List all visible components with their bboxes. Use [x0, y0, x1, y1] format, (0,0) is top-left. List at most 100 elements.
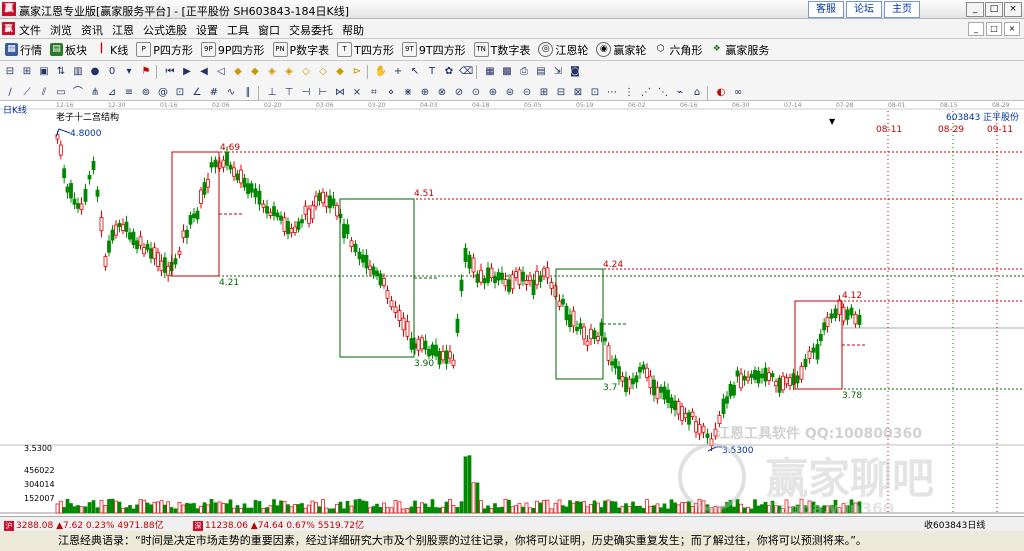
menu-settings[interactable]: 设置 — [196, 22, 218, 38]
tool-8-icon[interactable]: ⋄ — [384, 86, 398, 100]
period-select-icon[interactable]: ⊟ — [3, 65, 17, 79]
draw-grid-icon[interactable]: # — [207, 86, 221, 100]
mdi-restore-button[interactable]: □ — [986, 22, 1002, 36]
chart-area[interactable]: 12-16 12-30 01-16 02-06 02-20 03-06 03-20 04-03… — [0, 100, 1024, 518]
right-icon[interactable]: ◆ — [333, 65, 347, 79]
draw-rect-icon[interactable]: ▭ — [54, 86, 68, 100]
kline-chart[interactable]: 12-16 12-30 01-16 02-06 02-20 03-06 03-20 04-03… — [0, 101, 1024, 518]
tool-24-icon[interactable]: ⋱ — [656, 86, 670, 100]
tool-16-icon[interactable]: ⊝ — [520, 86, 534, 100]
draw-fan-icon[interactable]: ⋔ — [88, 86, 102, 100]
menu-browse[interactable]: 浏览 — [50, 22, 72, 38]
up-icon[interactable]: ◈ — [265, 65, 279, 79]
cursor-icon[interactable]: ↖ — [408, 65, 422, 79]
tool-20-icon[interactable]: ⊡ — [588, 86, 602, 100]
nav-kline[interactable]: ┃ K线 — [95, 42, 128, 58]
nav-p-table[interactable]: PN P数字表 — [272, 42, 329, 58]
calendar-icon[interactable]: ▦ — [483, 65, 497, 79]
tool-5-icon[interactable]: ⋈ — [333, 86, 347, 100]
down-icon[interactable]: ◈ — [282, 65, 296, 79]
text-icon[interactable]: T — [425, 65, 439, 79]
minimize-button[interactable]: _ — [966, 2, 984, 17]
nav-winner-wheel[interactable]: ◉ 赢家轮 — [596, 42, 646, 58]
tool-15-icon[interactable]: ⊜ — [503, 86, 517, 100]
nav-9t-square[interactable]: 9T 9T四方形 — [401, 42, 466, 58]
prev-icon[interactable]: ◀ — [197, 65, 211, 79]
tool-4-icon[interactable]: ⊢ — [316, 86, 330, 100]
shrink-icon[interactable]: ◇ — [316, 65, 330, 79]
last-icon[interactable]: ⊳ — [350, 65, 364, 79]
zero-icon[interactable]: 0 — [105, 65, 119, 79]
zoom-in-icon[interactable]: ◆ — [231, 65, 245, 79]
draw-arc-icon[interactable]: ⌒ — [71, 86, 85, 100]
draw-wave-icon[interactable]: ∿ — [224, 86, 238, 100]
draw-cycle-icon[interactable]: ⊚ — [139, 86, 153, 100]
forum-link[interactable]: 论坛 — [846, 1, 882, 18]
color-icon[interactable]: ◐ — [714, 86, 728, 100]
tool-3-icon[interactable]: ⊣ — [299, 86, 313, 100]
tool-7-icon[interactable]: ⌗ — [367, 86, 381, 100]
nav-quotes[interactable]: ▦ 行情 — [5, 42, 42, 58]
draw-angle-icon[interactable]: ∠ — [190, 86, 204, 100]
service-link[interactable]: 客服 — [808, 1, 844, 18]
eraser-icon[interactable]: ⌫ — [459, 65, 473, 79]
tool-12-icon[interactable]: ⊘ — [452, 86, 466, 100]
sh-index[interactable]: 沪 3288.08 ▲7.62 0.23% 4971.88亿 — [4, 518, 164, 531]
draw-ray-icon[interactable]: ⟋ — [20, 86, 34, 100]
tool-9-icon[interactable]: ⋇ — [401, 86, 415, 100]
menu-window[interactable]: 窗口 — [258, 22, 280, 38]
tool-18-icon[interactable]: ⊟ — [554, 86, 568, 100]
draw-parallel-icon[interactable]: ∥ — [241, 86, 255, 100]
mdi-minimize-button[interactable]: _ — [968, 22, 984, 36]
mdi-close-button[interactable]: × — [1004, 22, 1020, 36]
nav-sector[interactable]: ▤ 板块 — [50, 42, 87, 58]
tool-25-icon[interactable]: ⌁ — [673, 86, 687, 100]
tool-2-icon[interactable]: ⊤ — [282, 86, 296, 100]
sz-index[interactable]: 深 11238.06 ▲74.64 0.67% 5519.72亿 — [193, 518, 364, 531]
tool-17-icon[interactable]: ⊞ — [537, 86, 551, 100]
home-link[interactable]: 主页 — [884, 1, 920, 18]
tool-14-icon[interactable]: ⊛ — [486, 86, 500, 100]
menu-file[interactable]: 文件 — [19, 22, 41, 38]
nav-t-square[interactable]: T T四方形 — [337, 42, 394, 58]
draw-channel-icon[interactable]: ⫽ — [37, 86, 51, 100]
draw-box-icon[interactable]: ⊡ — [173, 86, 187, 100]
print-icon[interactable]: ⎙ — [517, 65, 531, 79]
maximize-button[interactable]: □ — [985, 2, 1003, 17]
menu-formula[interactable]: 公式选股 — [143, 22, 187, 38]
palette-icon[interactable]: ✿ — [442, 65, 456, 79]
car-icon[interactable]: ◙ — [568, 65, 582, 79]
nav-service[interactable]: ❖ 赢家服务 — [710, 42, 770, 58]
tool-1-icon[interactable]: ⊥ — [265, 86, 279, 100]
close-button[interactable]: × — [1004, 2, 1022, 17]
sort-icon[interactable]: ⇅ — [54, 65, 68, 79]
tool-23-icon[interactable]: ⋰ — [639, 86, 653, 100]
tool-13-icon[interactable]: ⊙ — [469, 86, 483, 100]
draw-fib-icon[interactable]: ≡ — [122, 86, 136, 100]
tool-21-icon[interactable]: ⋯ — [605, 86, 619, 100]
table-icon[interactable]: ▤ — [534, 65, 548, 79]
tool-19-icon[interactable]: ⊠ — [571, 86, 585, 100]
save-icon[interactable]: ▩ — [500, 65, 514, 79]
indicator-icon[interactable]: ▣ — [37, 65, 51, 79]
tool-26-icon[interactable]: ⌂ — [690, 86, 704, 100]
menu-info[interactable]: 资讯 — [81, 22, 103, 38]
nav-gann-wheel[interactable]: ◎ 江恩轮 — [538, 42, 588, 58]
draw-line-icon[interactable]: ∕ — [3, 86, 17, 100]
layout-icon[interactable]: ⊞ — [20, 65, 34, 79]
infinity-icon[interactable]: ∞ — [731, 86, 745, 100]
first-icon[interactable]: ⏮ — [163, 65, 177, 79]
tool-22-icon[interactable]: ⋮ — [622, 86, 636, 100]
hand-icon[interactable]: ✋ — [374, 65, 388, 79]
zoom-out-icon[interactable]: ◆ — [248, 65, 262, 79]
dropdown-icon[interactable]: ▾ — [122, 65, 136, 79]
ball-icon[interactable]: ● — [88, 65, 102, 79]
expand-icon[interactable]: ◇ — [299, 65, 313, 79]
menu-help[interactable]: 帮助 — [342, 22, 364, 38]
flag-icon[interactable]: ⚑ — [139, 65, 153, 79]
draw-gann-icon[interactable]: ⊿ — [105, 86, 119, 100]
chart-menu-arrow[interactable]: ▼ — [829, 117, 836, 126]
nav-hexagon[interactable]: ⬡ 六角形 — [654, 42, 702, 58]
nav-p-square[interactable]: P P四方形 — [136, 42, 193, 58]
tool-6-icon[interactable]: ⨯ — [350, 86, 364, 100]
